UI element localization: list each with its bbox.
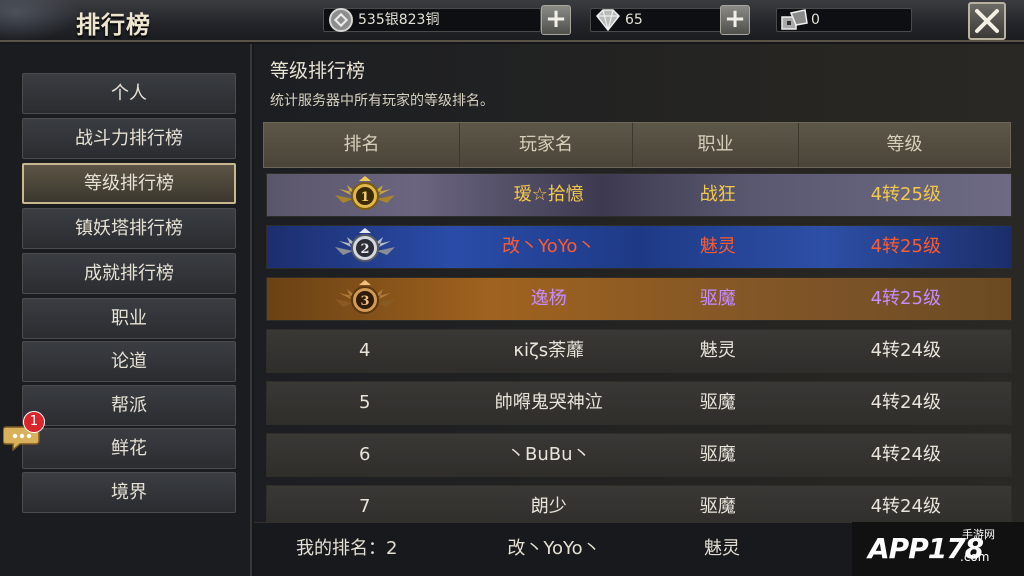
gold-medal-icon: 1	[267, 174, 462, 216]
bronze-medal-icon: 3	[267, 278, 462, 320]
player-class: 驱魔	[699, 392, 736, 413]
site-watermark: APP178 手游网 .com	[852, 522, 1024, 576]
player-level: 4转25级	[870, 236, 941, 257]
section-description: 统计服务器中所有玩家的等级排名。	[270, 93, 494, 109]
player-level: 4转25级	[870, 184, 941, 205]
table-row[interactable]: 5 帥嘚鬼哭神泣 驱魔 4转24级	[266, 381, 1012, 425]
player-level: 4转25级	[870, 288, 941, 309]
sidebar-item-achievement[interactable]: 成就排行榜	[22, 253, 236, 294]
my-player-name: 改丶YoYo丶	[507, 538, 601, 559]
player-rank: 5	[359, 392, 371, 413]
player-class: 魅灵	[699, 340, 736, 361]
table-row[interactable]: 2 改丶YoYo丶 魅灵 4转25级	[266, 225, 1012, 269]
player-rank: 6	[359, 444, 371, 465]
player-name: κiζs荼蘼	[513, 340, 585, 361]
add-silver-button[interactable]: +	[541, 5, 571, 35]
column-header-level: 等级	[886, 134, 923, 155]
player-rank: 4	[359, 340, 371, 361]
player-level: 4转24级	[870, 444, 941, 465]
ranking-panel: 等级排行榜 统计服务器中所有玩家的等级排名。 排名 玩家名 职业 等级 1 瑷☆…	[254, 44, 1024, 576]
sidebar-item-debate[interactable]: 论道	[22, 341, 236, 382]
ticket-currency-display: 0	[776, 8, 912, 32]
column-header-rank: 排名	[264, 123, 460, 167]
watermark-domain: .com	[960, 550, 990, 564]
player-name: 帥嘚鬼哭神泣	[494, 392, 603, 413]
svg-text:1: 1	[360, 190, 369, 205]
ticket-icon	[779, 5, 809, 35]
sidebar-item-class[interactable]: 职业	[22, 298, 236, 339]
category-sidebar: 个人 战斗力排行榜 等级排行榜 镇妖塔排行榜 成就排行榜 职业 论道 帮派 鲜花…	[0, 44, 252, 576]
player-name: 逸杨	[530, 288, 567, 309]
close-button[interactable]	[968, 2, 1006, 40]
player-class: 驱魔	[699, 444, 736, 465]
silver-currency-display: 535银823铜	[323, 8, 541, 32]
table-row[interactable]: 3 逸杨 驱魔 4转25级	[266, 277, 1012, 321]
player-name: 改丶YoYo丶	[502, 236, 596, 257]
close-icon	[975, 9, 999, 33]
top-bar: 排行榜 535银823铜 + 65 + 0	[0, 0, 1024, 42]
player-level: 4转24级	[870, 340, 941, 361]
sidebar-item-demon-tower[interactable]: 镇妖塔排行榜	[22, 208, 236, 249]
my-player-class: 魅灵	[704, 538, 740, 559]
sidebar-item-flowers[interactable]: 鲜花	[22, 428, 236, 469]
table-row[interactable]: 4 κiζs荼蘼 魅灵 4转24级	[266, 329, 1012, 373]
add-diamond-button[interactable]: +	[720, 5, 750, 35]
diamond-amount: 65	[625, 12, 643, 28]
watermark-site: 手游网	[962, 528, 995, 541]
player-level: 4转24级	[870, 392, 941, 413]
svg-text:2: 2	[360, 242, 369, 257]
table-row[interactable]: 6 丶BuBu丶 驱魔 4转24级	[266, 433, 1012, 477]
sidebar-item-personal[interactable]: 个人	[22, 73, 236, 114]
player-name: 丶BuBu丶	[506, 444, 591, 465]
silver-coin-icon	[326, 5, 356, 35]
sidebar-item-guild[interactable]: 帮派	[22, 385, 236, 426]
sidebar-item-realm[interactable]: 境界	[22, 472, 236, 513]
chat-notification-badge: 1	[23, 411, 45, 433]
diamond-currency-display: 65	[590, 8, 722, 32]
player-class: 驱魔	[699, 288, 736, 309]
my-rank-label: 我的排名：2	[296, 538, 398, 559]
ticket-amount: 0	[811, 12, 820, 28]
player-class: 魅灵	[699, 236, 736, 257]
column-header-player-name: 玩家名	[460, 123, 633, 167]
player-name: 瑷☆拾憶	[513, 184, 584, 205]
player-class: 战狂	[699, 184, 736, 205]
table-row[interactable]: 1 瑷☆拾憶 战狂 4转25级	[266, 173, 1012, 217]
section-title: 等级排行榜	[270, 60, 366, 82]
table-header: 排名 玩家名 职业 等级	[263, 122, 1011, 168]
silver-amount: 535银823铜	[358, 12, 440, 28]
silver-medal-icon: 2	[267, 226, 462, 268]
diamond-icon	[593, 5, 623, 35]
sidebar-item-level[interactable]: 等级排行榜	[22, 163, 236, 204]
svg-text:3: 3	[360, 294, 369, 309]
column-header-class: 职业	[633, 123, 799, 167]
sidebar-item-combat-power[interactable]: 战斗力排行榜	[22, 118, 236, 159]
page-title: 排行榜	[76, 11, 151, 39]
